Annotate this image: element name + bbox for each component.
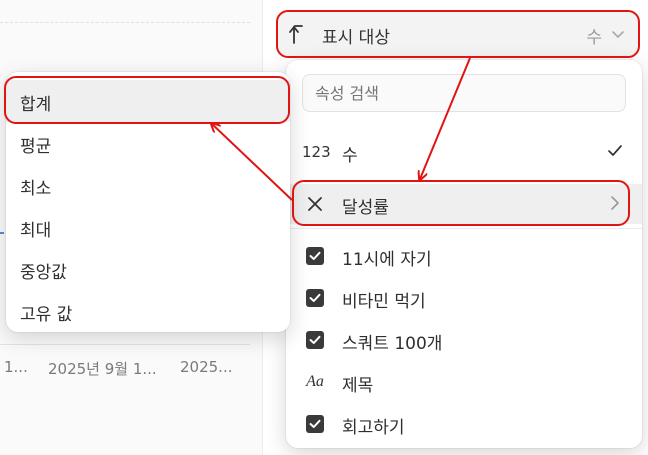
annotation-arrow [212, 124, 293, 201]
annotation-arrows [0, 57, 471, 201]
annotation-arrow [420, 57, 471, 179]
